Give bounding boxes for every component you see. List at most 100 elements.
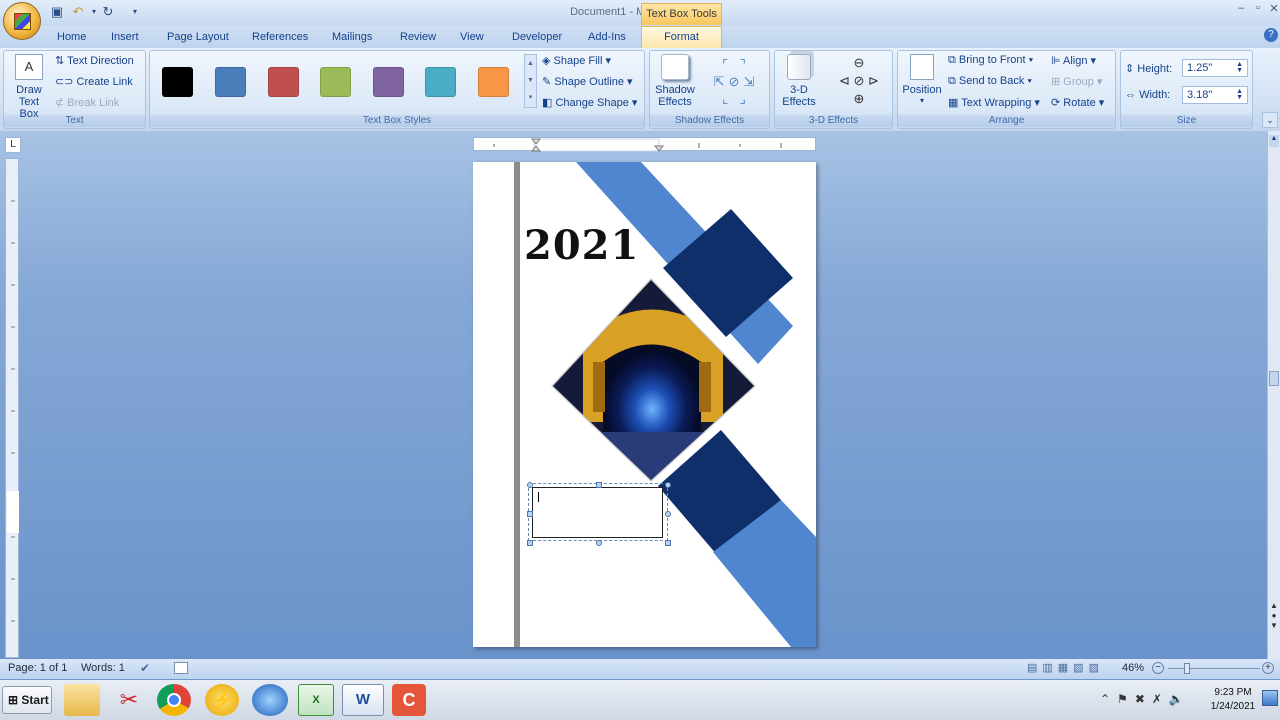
cover-year[interactable]: 2021: [524, 222, 639, 269]
proofing-icon[interactable]: ✔: [140, 661, 150, 675]
style-swatch-5[interactable]: [373, 67, 404, 97]
tab-stop-selector-icon[interactable]: L: [5, 137, 21, 153]
vertical-scrollbar[interactable]: ▲ ▲ ● ▼: [1267, 131, 1280, 659]
shadow-effects-button[interactable]: Shadow Effects: [653, 54, 697, 112]
resize-handle-4[interactable]: [527, 511, 533, 517]
shadow-effects-label: Shadow Effects: [655, 84, 695, 108]
tab-view[interactable]: View: [460, 30, 484, 46]
close-icon[interactable]: ✕: [1266, 2, 1280, 16]
create-link-button[interactable]: ⊂⊃ Create Link: [55, 75, 133, 88]
clock-time: 9:23 PM: [1214, 687, 1252, 698]
start-button[interactable]: ⊞ Start: [2, 686, 52, 714]
tab-review[interactable]: Review: [400, 30, 436, 46]
media-player-taskbar-icon[interactable]: ⚡: [205, 684, 239, 716]
change-shape-label: Change Shape: [555, 97, 629, 109]
network-taskbar-icon[interactable]: [252, 684, 288, 716]
style-swatch-7[interactable]: [478, 67, 509, 97]
shape-fill-button[interactable]: ◈ Shape Fill ▾: [542, 54, 611, 67]
resize-handle-1[interactable]: [527, 482, 533, 488]
text-direction-button[interactable]: ⇅ Text Direction: [55, 54, 134, 67]
send-to-back-button[interactable]: ⧉ Send to Back ▾: [948, 75, 1032, 88]
resize-handle-7[interactable]: [596, 540, 602, 546]
zoom-out-icon[interactable]: −: [1152, 662, 1164, 674]
width-spinner-icon[interactable]: ▲ ▼: [1236, 88, 1243, 101]
tab-add-ins[interactable]: Add-Ins: [588, 30, 626, 46]
group-button[interactable]: ⊞ Group ▾: [1051, 75, 1102, 88]
tab-page-layout[interactable]: Page Layout: [167, 30, 229, 46]
word-taskbar-icon[interactable]: W: [342, 684, 384, 716]
explorer-taskbar-icon[interactable]: [64, 684, 100, 716]
system-tray-icons[interactable]: ⌃⚑✖✗🔈: [1100, 692, 1191, 706]
word-count[interactable]: Words: 1: [81, 662, 125, 674]
text-box-selection[interactable]: [528, 483, 668, 541]
resize-handle-6[interactable]: [527, 540, 533, 546]
zoom-slider-track[interactable]: [1168, 668, 1260, 669]
tab-insert[interactable]: Insert: [111, 30, 139, 46]
view-buttons[interactable]: ▤▥▦▧▨: [1027, 661, 1117, 676]
rotate-button[interactable]: ⟳ Rotate ▾: [1051, 96, 1104, 109]
group-icon: ⊞: [1051, 76, 1064, 88]
browse-object-icons[interactable]: ▲ ● ▼: [1269, 601, 1279, 641]
3d-effects-button[interactable]: 3-D Effects: [777, 54, 821, 112]
change-shape-icon: ◧: [542, 97, 556, 109]
text-box-icon: A: [15, 54, 43, 80]
position-icon: [910, 54, 934, 80]
show-desktop-icon[interactable]: [1262, 690, 1278, 706]
resize-handle-3[interactable]: [665, 482, 671, 488]
minimize-icon[interactable]: –: [1233, 2, 1249, 16]
chrome-taskbar-icon[interactable]: [157, 684, 191, 716]
ribbon-expand-icon[interactable]: ⌄: [1262, 112, 1278, 128]
align-button[interactable]: ⊫ Align ▾: [1051, 54, 1096, 67]
resize-handle-2[interactable]: [596, 482, 602, 488]
camtasia-taskbar-icon[interactable]: C: [392, 684, 426, 716]
scroll-thumb[interactable]: [1269, 371, 1279, 386]
tab-home[interactable]: Home: [57, 30, 86, 46]
bring-to-front-button[interactable]: ⧉ Bring to Front ▾: [948, 54, 1033, 67]
clock[interactable]: 9:23 PM 1/24/2021: [1208, 686, 1258, 714]
maximize-icon[interactable]: ▫: [1250, 2, 1266, 16]
resize-handle-8[interactable]: [665, 540, 671, 546]
text-box[interactable]: [532, 487, 663, 538]
office-button[interactable]: [3, 2, 41, 40]
bring-to-front-icon: ⧉: [948, 54, 959, 66]
bring-to-front-label: Bring to Front: [958, 54, 1026, 66]
align-label: Align: [1063, 55, 1088, 67]
width-input[interactable]: 3.18" ▲ ▼: [1182, 86, 1248, 104]
snipping-tool-taskbar-icon[interactable]: ✂: [111, 684, 147, 716]
zoom-slider-thumb[interactable]: [1184, 663, 1190, 674]
taskbar: [0, 680, 1280, 720]
style-swatch-4[interactable]: [320, 67, 351, 97]
shadow-nudge-icons[interactable]: ⌜ ⌝ ⇱⊘⇲ ⌞ ⌟: [706, 56, 766, 108]
resize-handle-5[interactable]: [665, 511, 671, 517]
style-swatch-1[interactable]: [162, 67, 193, 97]
vertical-ruler[interactable]: [5, 158, 19, 658]
document-page[interactable]: 2021: [473, 162, 816, 647]
text-wrapping-button[interactable]: ▦ Text Wrapping ▾: [948, 96, 1040, 109]
styles-scroll[interactable]: ▲ ▼ ▾: [524, 54, 537, 108]
3d-tilt-icons[interactable]: ⊖ ⊲ ⊘ ⊳ ⊕: [830, 54, 888, 110]
page-count[interactable]: Page: 1 of 1: [8, 662, 67, 674]
shape-outline-button[interactable]: ✎ Shape Outline ▾: [542, 75, 633, 88]
style-swatch-2[interactable]: [215, 67, 246, 97]
position-button[interactable]: Position ▾: [901, 54, 943, 112]
excel-taskbar-icon[interactable]: X: [298, 684, 334, 716]
tab-format[interactable]: Format: [641, 26, 722, 48]
horizontal-ruler[interactable]: [473, 137, 816, 152]
style-swatch-3[interactable]: [268, 67, 299, 97]
tab-developer[interactable]: Developer: [512, 30, 562, 46]
text-direction-label: Text Direction: [67, 55, 134, 67]
style-swatch-6[interactable]: [425, 67, 456, 97]
help-icon[interactable]: ?: [1264, 28, 1278, 42]
zoom-level[interactable]: 46%: [1122, 662, 1144, 674]
shape-fill-icon: ◈: [542, 55, 554, 67]
change-shape-button[interactable]: ◧ Change Shape ▾: [542, 96, 637, 109]
tab-mailings[interactable]: Mailings: [332, 30, 372, 46]
macro-record-icon[interactable]: [174, 662, 188, 674]
zoom-in-icon[interactable]: +: [1262, 662, 1274, 674]
height-input[interactable]: 1.25" ▲ ▼: [1182, 59, 1248, 77]
tab-references[interactable]: References: [252, 30, 308, 46]
height-spinner-icon[interactable]: ▲ ▼: [1236, 61, 1243, 74]
scroll-up-icon[interactable]: ▲: [1269, 135, 1279, 147]
break-link-button[interactable]: ⊄ Break Link: [55, 96, 119, 109]
draw-text-box-button[interactable]: A Draw Text Box: [8, 54, 50, 120]
